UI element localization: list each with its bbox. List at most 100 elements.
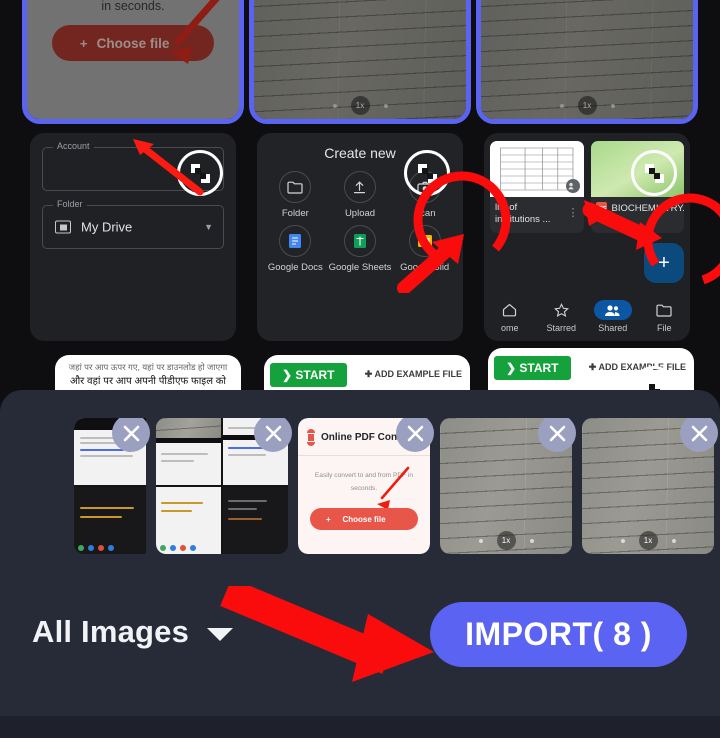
screen-root: Easily convert to and from PDF in second… bbox=[0, 0, 720, 738]
nav-item-files[interactable]: File bbox=[645, 300, 683, 333]
nav-item-starred[interactable]: Starred bbox=[542, 300, 580, 333]
add-example-file-label: ✚ ADD EXAMPLE FILE bbox=[364, 369, 462, 379]
create-item-label: Scan bbox=[413, 208, 436, 219]
shared-avatar-icon bbox=[565, 179, 580, 193]
file-name: BIOCHEMISTRY.pdf bbox=[611, 202, 685, 214]
close-icon bbox=[123, 425, 139, 441]
image-picker-sheet: Online PDF Converter Easily convert to a… bbox=[0, 390, 720, 738]
pdf-converter-preview: Easily convert to and from PDF in second… bbox=[27, 0, 239, 119]
tray-item-3-pdf-converter[interactable]: Online PDF Converter Easily convert to a… bbox=[298, 418, 434, 554]
screenshot-capture-fab-2[interactable] bbox=[404, 150, 450, 196]
file-thumbnail bbox=[490, 141, 584, 197]
sheet-footer-strip bbox=[0, 716, 720, 738]
tray-item-4-scan[interactable]: 1x bbox=[440, 418, 576, 554]
chevron-down-icon bbox=[207, 628, 234, 641]
camera-preview-1: 1x bbox=[254, 0, 466, 119]
folder-icon bbox=[279, 171, 312, 203]
choose-file-label: Choose file bbox=[96, 35, 170, 51]
home-icon bbox=[491, 300, 529, 320]
import-button[interactable]: IMPORT( 8 ) bbox=[430, 602, 687, 667]
drive-folder-icon bbox=[55, 220, 71, 234]
close-icon bbox=[691, 425, 707, 441]
people-icon bbox=[593, 300, 632, 320]
crop-icon bbox=[644, 163, 664, 183]
more-options-icon[interactable]: ⋮ bbox=[568, 208, 579, 219]
drive-bottom-nav: ome Starred Shared File bbox=[484, 300, 690, 333]
create-item-folder[interactable]: Folder bbox=[263, 171, 328, 219]
create-item-label: Google Docs bbox=[267, 262, 323, 273]
grid-card-scan-1[interactable]: 1x bbox=[249, 0, 471, 124]
tray-item-2[interactable] bbox=[156, 418, 292, 554]
create-item-label: Upload bbox=[344, 208, 376, 219]
docs-icon bbox=[279, 225, 312, 257]
zoom-bar: 1x bbox=[254, 96, 466, 115]
selected-images-tray[interactable]: Online PDF Converter Easily convert to a… bbox=[0, 418, 720, 568]
sheet-action-bar: All Images IMPORT( 8 ) bbox=[0, 590, 720, 700]
new-file-fab[interactable]: + bbox=[644, 243, 684, 283]
crop-icon bbox=[417, 163, 437, 183]
tray-item-5-scan[interactable]: 1x bbox=[582, 418, 718, 554]
create-item-label: Folder bbox=[281, 208, 309, 219]
start-button: ❯ START bbox=[270, 363, 347, 387]
choose-file-button: + Choose file bbox=[52, 25, 214, 61]
sheets-icon bbox=[343, 225, 376, 257]
create-item-label: Google Sheets bbox=[328, 262, 392, 273]
hindi-line-faint: जहां पर आप ऊपर गए, यहां पर डाउनलोड हो जा… bbox=[68, 362, 228, 372]
zoom-dot bbox=[332, 103, 337, 108]
mini-screenshot bbox=[74, 487, 146, 554]
nav-label: Starred bbox=[546, 323, 576, 333]
pdf-icon: PDF bbox=[595, 202, 607, 215]
folder-value-row: My Drive bbox=[55, 220, 132, 235]
account-label: Account bbox=[53, 141, 94, 151]
create-item-slides[interactable]: Google Slid bbox=[392, 225, 457, 273]
nav-label: Shared bbox=[598, 323, 628, 333]
upload-icon bbox=[343, 171, 376, 203]
folder-value: My Drive bbox=[81, 219, 133, 235]
close-icon bbox=[265, 425, 281, 441]
plus-icon: + bbox=[79, 35, 88, 51]
zoom-bar: 1x bbox=[440, 531, 572, 550]
zoom-dot bbox=[383, 103, 388, 108]
annotation-arrow-thumb bbox=[377, 466, 410, 508]
nav-item-shared[interactable]: Shared bbox=[593, 300, 632, 333]
zoom-bar: 1x bbox=[582, 531, 714, 550]
start-button: ❯ START bbox=[494, 356, 571, 380]
create-item-sheets[interactable]: Google Sheets bbox=[328, 225, 393, 273]
camera-preview-2: 1x bbox=[481, 0, 693, 119]
album-filter-dropdown[interactable]: All Images bbox=[32, 614, 234, 650]
file-meta: list of institutions ... ⋮ bbox=[490, 197, 584, 233]
zoom-1x-label: 1x bbox=[350, 96, 370, 115]
zoom-1x-label: 1x bbox=[577, 96, 597, 115]
zoom-dot bbox=[610, 103, 615, 108]
file-name: list of institutions ... bbox=[495, 202, 551, 225]
chevron-down-icon: ▼ bbox=[204, 222, 213, 232]
screenshot-capture-fab-3[interactable] bbox=[631, 150, 677, 196]
zoom-bar: 1x bbox=[481, 96, 693, 115]
crop-icon bbox=[190, 163, 210, 183]
folder-field[interactable]: Folder My Drive ▼ bbox=[42, 199, 224, 249]
close-icon bbox=[549, 425, 565, 441]
choose-file-label: Choose file bbox=[342, 514, 386, 524]
grid-card-scan-2[interactable]: 1x bbox=[476, 0, 698, 124]
create-item-docs[interactable]: Google Docs bbox=[263, 225, 328, 273]
mini-screenshot bbox=[156, 487, 221, 554]
folder-icon bbox=[645, 300, 683, 320]
mini-screenshot bbox=[223, 487, 288, 554]
grid-card-pdf-converter[interactable]: Easily convert to and from PDF in second… bbox=[22, 0, 244, 124]
screenshot-capture-fab-1[interactable] bbox=[177, 150, 223, 196]
create-item-label: Google Slid bbox=[400, 262, 450, 273]
mini-screenshot bbox=[156, 418, 221, 485]
file-meta: PDF BIOCHEMISTRY.pdf bbox=[591, 197, 685, 222]
nav-label: ome bbox=[500, 323, 519, 333]
choose-file-button: + Choose file bbox=[310, 508, 418, 530]
album-filter-label: All Images bbox=[32, 614, 190, 649]
slides-icon bbox=[408, 225, 441, 257]
folder-label: Folder bbox=[53, 199, 87, 209]
drive-file-item[interactable]: list of institutions ... ⋮ bbox=[490, 141, 584, 233]
nav-item-home[interactable]: ome bbox=[491, 300, 529, 333]
plus-icon: + bbox=[326, 514, 331, 524]
star-icon bbox=[542, 300, 580, 320]
nav-label: File bbox=[656, 323, 672, 333]
create-item-upload[interactable]: Upload bbox=[328, 171, 393, 219]
tray-item-1[interactable] bbox=[14, 418, 150, 554]
